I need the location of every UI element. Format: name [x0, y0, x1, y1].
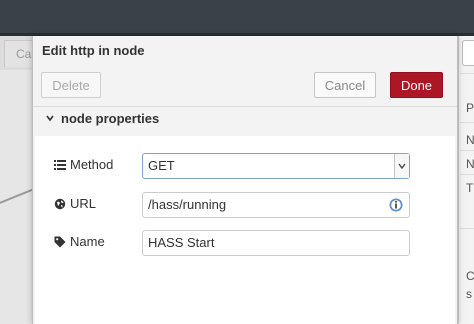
sidebar-row: P	[466, 101, 474, 115]
url-value: /hass/running	[148, 197, 227, 212]
list-icon	[54, 160, 66, 170]
method-select[interactable]: GET	[142, 153, 410, 179]
top-header-bar	[0, 0, 474, 36]
sidebar-divider	[460, 228, 474, 229]
sidebar-row: C	[466, 269, 474, 283]
sidebar-divider	[460, 174, 474, 175]
sidebar-row: N	[466, 133, 474, 147]
name-label-text: Name	[70, 234, 105, 249]
method-label-text: Method	[70, 157, 114, 172]
sidebar-tab[interactable]	[462, 40, 474, 66]
globe-icon	[54, 198, 66, 209]
method-label: Method	[54, 157, 113, 172]
sidebar-row: N	[466, 157, 474, 171]
url-label-text: URL	[70, 196, 97, 211]
name-value: HASS Start	[148, 235, 215, 250]
done-button[interactable]: Done	[390, 72, 443, 98]
sidebar-divider	[460, 73, 474, 74]
section-label: node properties	[61, 111, 160, 126]
url-label: URL	[54, 196, 96, 211]
chevron-down-icon	[398, 163, 406, 170]
tag-icon	[54, 236, 66, 247]
sidebar-divider	[460, 122, 474, 123]
cancel-button[interactable]: Cancel	[314, 72, 376, 98]
method-value: GET	[148, 158, 175, 173]
url-input[interactable]: /hass/running	[142, 192, 410, 218]
workspace-canvas	[0, 70, 34, 324]
sidebar-divider	[460, 150, 474, 151]
name-label: Name	[54, 234, 105, 249]
select-arrow[interactable]	[394, 154, 409, 178]
sidebar-row: T	[466, 181, 474, 195]
dialog-title: Edit http in node	[42, 43, 145, 58]
delete-button[interactable]: Delete	[41, 72, 101, 98]
chevron-down-icon[interactable]	[45, 113, 55, 123]
sidebar-row: s	[466, 287, 472, 301]
form-area: Method GET URL /hass/running Name HASS S…	[35, 136, 455, 324]
info-icon[interactable]	[389, 198, 403, 212]
name-input[interactable]: HASS Start	[142, 230, 410, 256]
edit-node-dialog: Edit http in node Delete Cancel Done nod…	[32, 36, 458, 324]
